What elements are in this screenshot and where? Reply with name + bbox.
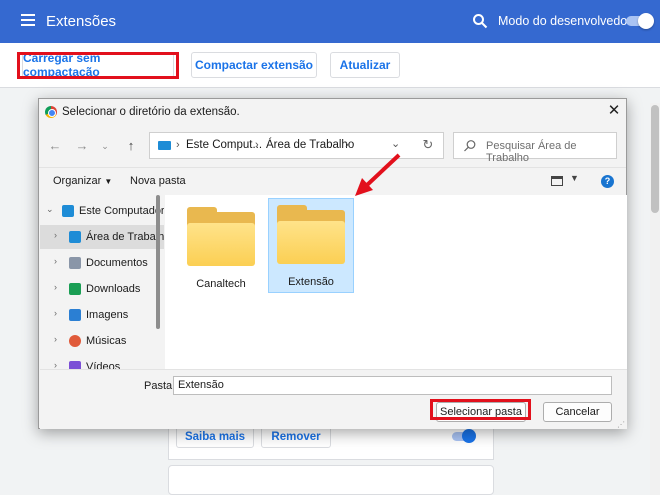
dialog-title: Selecionar o diretório da extensão. [62, 106, 240, 118]
nav-item-images[interactable]: › Imagens [40, 303, 164, 327]
document-icon [69, 257, 81, 269]
chevron-right-icon[interactable]: › [54, 334, 57, 344]
caret-down-icon[interactable]: ▼ [570, 173, 579, 183]
scrollbar-thumb[interactable] [651, 105, 659, 213]
toggle-knob [462, 429, 476, 443]
extension-toggle[interactable] [452, 429, 476, 443]
breadcrumb-separator-icon: › [345, 139, 349, 151]
forward-arrow-icon[interactable]: → [74, 138, 90, 154]
menu-icon[interactable] [21, 14, 35, 26]
search-box[interactable]: Pesquisar Área de Trabalho [453, 132, 617, 164]
chevron-right-icon[interactable]: › [54, 230, 57, 240]
chrome-icon [45, 106, 57, 118]
organize-label: Organizar [53, 175, 102, 187]
nav-scrollbar[interactable] [156, 195, 160, 329]
search-placeholder: Pesquisar Área de Trabalho [486, 140, 577, 164]
breadcrumb-separator-icon: › [255, 139, 259, 151]
folder-name: Extensão [288, 276, 334, 288]
chevron-right-icon[interactable]: › [54, 256, 57, 266]
details-button[interactable]: Saiba mais [176, 426, 254, 448]
close-icon[interactable]: ✕ [607, 103, 621, 118]
recent-chevron-icon[interactable]: ⌄ [97, 138, 113, 154]
extensions-header: Extensões Modo do desenvolvedor [0, 0, 660, 43]
new-folder-button[interactable]: Nova pasta [130, 175, 186, 187]
extension-card-2 [168, 465, 494, 495]
chevron-down-icon[interactable]: ⌄ [391, 137, 400, 150]
desktop-icon [69, 231, 81, 243]
caret-down-icon: ▼ [104, 177, 113, 186]
chevron-right-icon[interactable]: › [54, 308, 57, 318]
divider [39, 167, 626, 168]
folder-input[interactable]: Extensão [173, 376, 612, 395]
page-scrollbar[interactable] [650, 103, 660, 495]
page-title: Extensões [46, 13, 117, 30]
nav-item-label: Área de Trabalho [86, 231, 164, 243]
dev-mode-label: Modo do desenvolvedor [498, 14, 632, 28]
nav-item-downloads[interactable]: › Downloads [40, 277, 164, 301]
remove-button[interactable]: Remover [261, 426, 331, 448]
nav-item-label: Músicas [86, 335, 127, 347]
search-icon [464, 140, 476, 152]
nav-item-documents[interactable]: › Documentos [40, 251, 164, 275]
image-icon [69, 309, 81, 321]
download-icon [69, 283, 81, 295]
nav-item-label: Imagens [86, 309, 129, 321]
cancel-button[interactable]: Cancelar [543, 402, 612, 422]
nav-item-desktop[interactable]: › Área de Trabalho [40, 225, 164, 249]
video-icon [69, 361, 81, 369]
chevron-right-icon[interactable]: › [54, 360, 57, 369]
search-icon[interactable] [472, 13, 488, 29]
dialog-footer: Pasta: Extensão Selecionar pasta Cancela… [40, 369, 627, 429]
update-button[interactable]: Atualizar [330, 52, 400, 78]
nav-item-label: Documentos [86, 257, 148, 269]
chevron-down-icon[interactable]: ⌄ [46, 204, 54, 215]
organize-menu[interactable]: Organizar ▼ [53, 175, 112, 187]
folder-item-extensao[interactable]: Extensão [268, 198, 354, 293]
nav-item-label: Downloads [86, 283, 141, 295]
navigation-pane: ⌄ Este Computador › Área de Trabalho › D… [40, 195, 164, 369]
help-icon[interactable]: ? [601, 175, 614, 188]
pack-extension-button[interactable]: Compactar extensão [191, 52, 317, 78]
toggle-knob [638, 13, 654, 29]
music-icon [69, 335, 81, 347]
nav-item-label: Este Computador [79, 205, 164, 217]
nav-item-videos[interactable]: › Vídeos [40, 355, 164, 369]
load-unpacked-button[interactable]: Carregar sem compactação [22, 51, 174, 79]
extensions-toolbar: Carregar sem compactação Compactar exten… [0, 43, 660, 88]
view-mode-icon[interactable] [551, 176, 563, 186]
resize-grip-icon[interactable]: ⋰ [617, 420, 625, 429]
file-list: Canaltech Extensão [165, 195, 627, 369]
nav-item-this-pc[interactable]: ⌄ Este Computador [40, 199, 164, 223]
nav-item-label: Vídeos [86, 361, 121, 369]
folder-field-label: Pasta: [144, 380, 176, 392]
refresh-icon[interactable]: ↻ [420, 137, 436, 153]
breadcrumb-item[interactable]: Área de Trabalho [266, 139, 354, 151]
address-bar[interactable]: › Este Comput... › Área de Trabalho › ⌄ [149, 132, 444, 159]
folder-item-canaltech[interactable]: Canaltech [179, 201, 265, 296]
computer-icon [158, 141, 171, 150]
computer-icon [62, 205, 74, 217]
nav-item-music[interactable]: › Músicas [40, 329, 164, 353]
select-folder-button[interactable]: Selecionar pasta [436, 402, 526, 422]
dev-mode-toggle[interactable] [626, 13, 654, 29]
chevron-right-icon[interactable]: › [54, 282, 57, 292]
up-arrow-icon[interactable]: ↑ [123, 138, 139, 154]
folder-picker-dialog: Selecionar o diretório da extensão. ✕ ← … [38, 98, 627, 429]
breadcrumb-separator-icon: › [176, 139, 180, 151]
breadcrumb-item[interactable]: Este Comput... [186, 139, 262, 151]
back-arrow-icon[interactable]: ← [47, 138, 63, 154]
folder-name: Canaltech [196, 278, 246, 290]
